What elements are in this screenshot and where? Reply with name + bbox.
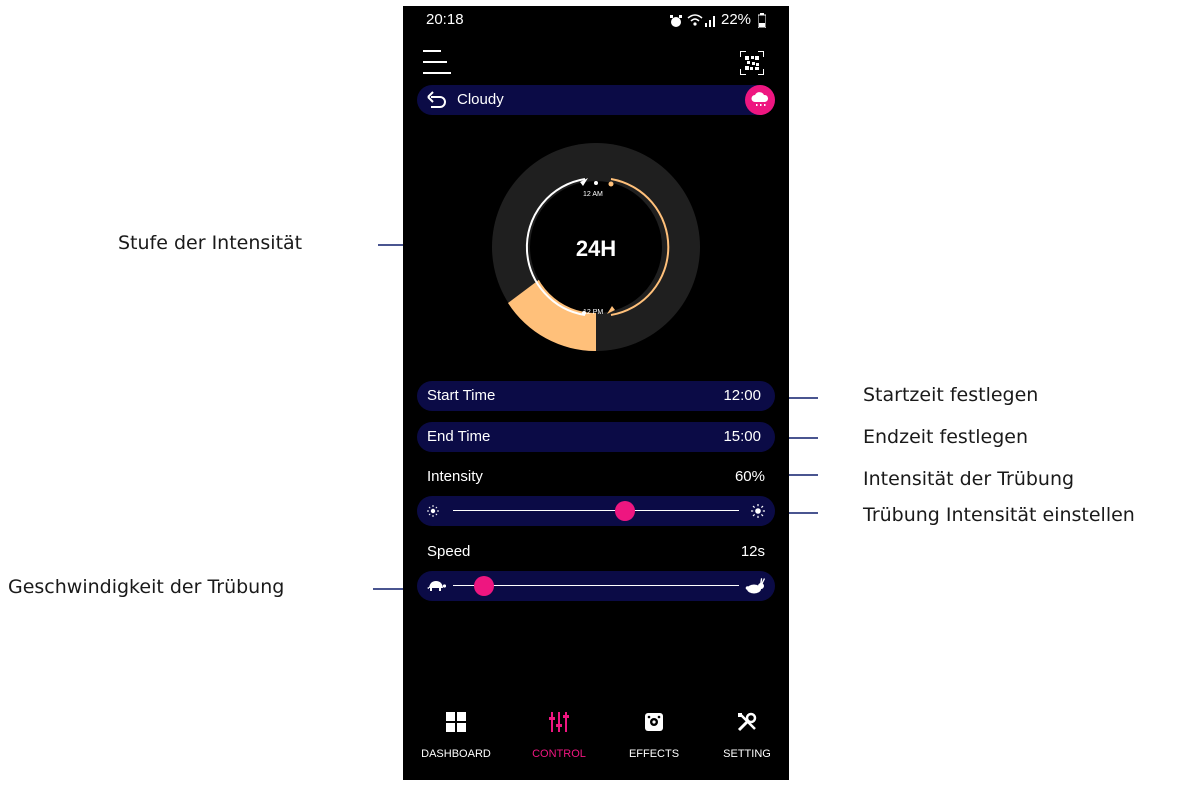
speed-value: 12s xyxy=(740,543,765,560)
nav-setting-label: SETTING xyxy=(723,748,771,760)
status-time: 20:18 xyxy=(426,11,464,28)
battery-percent: 22% xyxy=(721,11,752,28)
nav-effects-label: EFFECTS xyxy=(628,748,680,760)
end-time-row[interactable]: End Time 15:00 xyxy=(417,422,775,452)
dashboard-grid-icon xyxy=(446,712,466,732)
mode-label: Cloudy xyxy=(457,91,504,108)
dial-top-label: 12 AM xyxy=(583,191,603,198)
annotation-set-start: Startzeit festlegen xyxy=(863,384,1039,406)
annotation-set-end: Endzeit festlegen xyxy=(863,426,1029,448)
nav-dashboard-label: DASHBOARD xyxy=(421,748,491,760)
back-arrow-icon[interactable] xyxy=(427,91,447,109)
sun-bright-icon xyxy=(751,504,765,518)
start-time-value[interactable]: 12:00 xyxy=(723,387,761,404)
annotation-cloud-intensity: Intensität der Trübung xyxy=(863,468,1075,490)
qr-code-icon[interactable] xyxy=(740,51,764,75)
cloud-rain-icon[interactable] xyxy=(745,85,775,115)
alarm-icon xyxy=(670,15,682,27)
sliders-icon xyxy=(549,712,569,732)
annotation-cloud-speed: Geschwindigkeit der Trübung xyxy=(8,576,285,598)
speed-thumb[interactable] xyxy=(474,576,495,596)
tools-icon xyxy=(737,712,757,732)
annotation-set-cloud-intensity: Trübung Intensität einstellen xyxy=(863,504,1135,526)
start-time-row[interactable]: Start Time 12:00 xyxy=(417,381,775,411)
dial-bottom-label: 12 PM xyxy=(583,309,604,316)
sun-dim-icon xyxy=(427,505,439,517)
speed-label: Speed xyxy=(427,543,471,560)
intensity-track[interactable] xyxy=(453,510,739,511)
mode-selector[interactable]: Cloudy xyxy=(417,85,775,115)
end-time-value[interactable]: 15:00 xyxy=(723,428,761,445)
wifi-icon xyxy=(687,14,703,26)
intensity-thumb[interactable] xyxy=(614,501,635,521)
nav-control-label: CONTROL xyxy=(532,748,586,760)
end-time-label: End Time xyxy=(427,428,491,445)
speed-slider[interactable] xyxy=(417,571,775,601)
hamburger-menu-icon[interactable] xyxy=(423,49,451,75)
effects-icon xyxy=(645,713,663,731)
intensity-slider[interactable] xyxy=(417,496,775,526)
intensity-value: 60% xyxy=(734,468,765,485)
turtle-icon xyxy=(427,581,446,591)
start-time-label: Start Time xyxy=(427,387,496,404)
speed-track[interactable] xyxy=(453,585,739,586)
intensity-label: Intensity xyxy=(427,468,483,485)
rabbit-icon xyxy=(745,578,765,594)
status-bar: 20:18 22% xyxy=(403,6,789,36)
phone-screen: 20:18 22% Cloudy 12 AM 12 PM 24H Start T… xyxy=(403,6,789,780)
dial-center-label: 24H xyxy=(575,236,617,261)
battery-icon xyxy=(758,13,766,28)
annotation-intensity-level: Stufe der Intensität xyxy=(118,232,303,254)
signal-icon xyxy=(705,16,715,27)
